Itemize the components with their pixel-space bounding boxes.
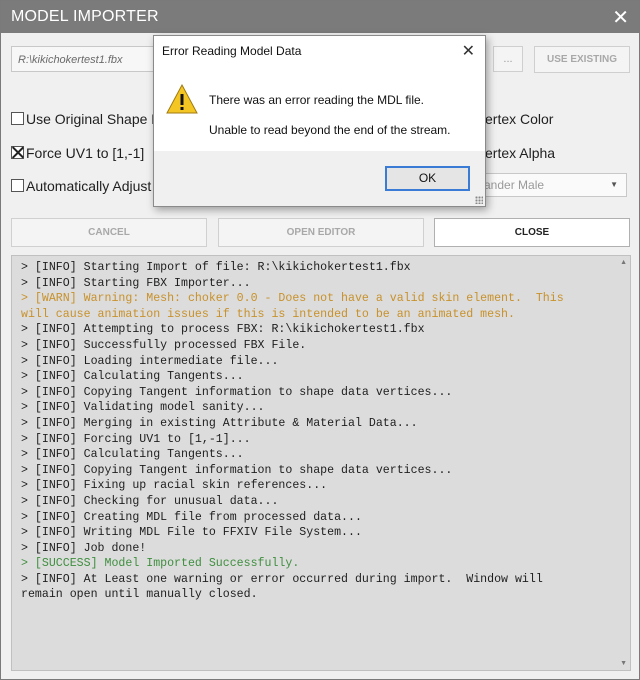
chevron-down-icon: ▼ bbox=[610, 180, 618, 189]
import-log[interactable]: > [INFO] Starting Import of file: R:\kik… bbox=[11, 255, 631, 671]
log-line: > [INFO] Checking for unusual data... bbox=[21, 494, 279, 508]
cancel-button[interactable]: CANCEL bbox=[11, 218, 207, 247]
use-original-shape-label: Use Original Shape D bbox=[26, 111, 162, 127]
dialog-close-button[interactable]: ✕ bbox=[462, 41, 475, 61]
log-line: > [INFO] Copying Tangent information to … bbox=[21, 385, 453, 399]
log-line: > [INFO] Starting Import of file: R:\kik… bbox=[21, 261, 411, 274]
dialog-message-primary: There was an error reading the MDL file. bbox=[209, 93, 424, 107]
race-select[interactable]: ander Male ▼ bbox=[475, 173, 627, 197]
log-line: > [INFO] Calculating Tangents... bbox=[21, 370, 244, 384]
dialog-message-secondary: Unable to read beyond the end of the str… bbox=[209, 123, 451, 137]
log-line: > [INFO] At Least one warning or error o… bbox=[21, 572, 543, 602]
window-title: MODEL IMPORTER bbox=[11, 8, 159, 25]
auto-adjust-option[interactable]: Automatically Adjust bbox=[11, 178, 151, 194]
use-existing-button[interactable]: USE EXISTING bbox=[534, 46, 630, 73]
use-original-shape-checkbox[interactable] bbox=[11, 112, 24, 125]
log-line: > [INFO] Calculating Tangents... bbox=[21, 448, 244, 462]
log-line: > [INFO] Job done! bbox=[21, 541, 147, 555]
close-button[interactable]: CLOSE bbox=[434, 218, 630, 247]
titlebar: MODEL IMPORTER ✕ bbox=[1, 1, 639, 33]
log-lines: > [INFO] Starting Import of file: R:\kik… bbox=[21, 260, 611, 603]
log-line: > [SUCCESS] Model Imported Successfully. bbox=[21, 557, 300, 571]
vertex-color-label[interactable]: ertex Color bbox=[485, 111, 553, 127]
dialog-title: Error Reading Model Data bbox=[162, 44, 302, 58]
vertex-alpha-label[interactable]: ertex Alpha bbox=[485, 145, 555, 161]
error-dialog: Error Reading Model Data ✕ There was an … bbox=[153, 35, 486, 207]
log-line: > [WARN] Warning: Mesh: choker 0.0 - Doe… bbox=[21, 292, 564, 321]
log-line: > [INFO] Writing MDL File to FFXIV File … bbox=[21, 526, 362, 540]
race-select-value: ander Male bbox=[484, 178, 545, 192]
open-editor-button[interactable]: OPEN EDITOR bbox=[218, 218, 424, 247]
ok-button[interactable]: OK bbox=[385, 166, 470, 191]
force-uv1-label: Force UV1 to [1,-1] bbox=[26, 145, 145, 161]
resize-grip-icon[interactable] bbox=[475, 196, 483, 204]
scroll-down-icon[interactable]: ▼ bbox=[620, 660, 627, 667]
log-line: > [INFO] Loading intermediate file... bbox=[21, 354, 279, 368]
scroll-up-icon[interactable]: ▲ bbox=[620, 259, 627, 266]
log-line: > [INFO] Validating model sanity... bbox=[21, 401, 265, 415]
log-line: > [INFO] Successfully processed FBX File… bbox=[21, 338, 307, 352]
warning-icon bbox=[166, 84, 198, 114]
auto-adjust-checkbox[interactable] bbox=[11, 179, 24, 192]
browse-button[interactable]: ... bbox=[493, 46, 523, 72]
log-line: > [INFO] Forcing UV1 to [1,-1]... bbox=[21, 432, 251, 446]
log-line: > [INFO] Fixing up racial skin reference… bbox=[21, 479, 328, 493]
force-uv1-option[interactable]: Force UV1 to [1,-1] bbox=[11, 145, 144, 161]
log-line: > [INFO] Copying Tangent information to … bbox=[21, 463, 453, 477]
window-close-button[interactable]: ✕ bbox=[612, 5, 629, 30]
use-original-shape-option[interactable]: Use Original Shape D bbox=[11, 111, 161, 127]
log-line: > [INFO] Creating MDL file from processe… bbox=[21, 510, 362, 524]
dialog-footer: OK bbox=[154, 151, 485, 206]
log-line: > [INFO] Starting FBX Importer... bbox=[21, 276, 251, 290]
auto-adjust-label: Automatically Adjust bbox=[26, 178, 152, 194]
log-line: > [INFO] Attempting to process FBX: R:\k… bbox=[21, 323, 425, 337]
force-uv1-checkbox[interactable] bbox=[11, 146, 24, 159]
log-line: > [INFO] Merging in existing Attribute &… bbox=[21, 416, 418, 430]
